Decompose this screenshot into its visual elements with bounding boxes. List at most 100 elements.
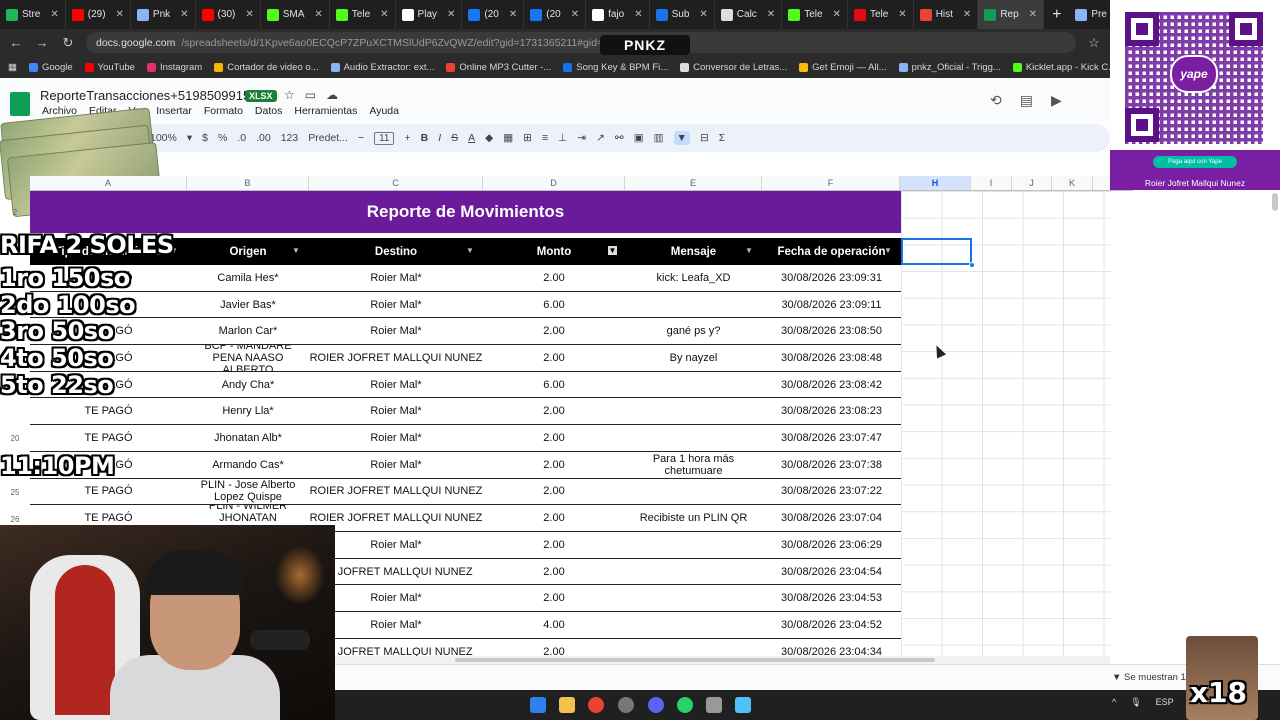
cell-mensaje[interactable] [625, 479, 762, 505]
cell-destino[interactable]: ROIER JOFRET MALLQUI NUNEZ [309, 505, 483, 531]
menu-item[interactable]: Insertar [156, 105, 192, 117]
menu-item[interactable]: Datos [255, 105, 282, 117]
filter-toggle-icon[interactable]: ▼ [292, 246, 301, 255]
cell-destino[interactable]: Roier Mal* [309, 452, 483, 478]
tab-close-icon[interactable]: ✕ [898, 9, 906, 20]
functions-button[interactable]: Σ [719, 132, 726, 144]
cell-destino[interactable]: Roier Mal* [309, 612, 483, 638]
sheets-logo-icon[interactable] [10, 92, 30, 116]
cell-origen[interactable]: Marlon Car* [187, 318, 309, 344]
cell-fecha[interactable]: 30/08/2026 23:08:50 [762, 318, 901, 344]
italic-button[interactable]: I [438, 132, 441, 144]
increase-decimal-button[interactable]: .00 [256, 132, 271, 144]
browser-tab[interactable]: (29) ✕ [66, 0, 131, 29]
cell-monto[interactable]: 2.00 [483, 318, 625, 344]
tray-chevron-icon[interactable]: ^ [1112, 697, 1116, 708]
row-number[interactable]: 20 [0, 434, 30, 443]
cell-monto[interactable]: 2.00 [483, 505, 625, 531]
cell-destino[interactable]: ER JOFRET MALLQUI NUNEZ [309, 559, 483, 585]
column-header-cell[interactable]: Mensaje ▼ [625, 238, 762, 265]
row-number[interactable]: 25 [0, 488, 30, 497]
table-row[interactable]: TE PAGÓ Henry Lla* Roier Mal* 2.00 30/08/202… [30, 398, 901, 426]
url-field[interactable]: docs.google.com/spreadsheets/d/1Kpve6ao0… [86, 32, 1076, 53]
forward-icon[interactable]: → [34, 35, 50, 50]
bookmark-item[interactable]: Song Key & BPM Fi... [563, 62, 668, 73]
cell-mensaje[interactable] [625, 399, 762, 425]
column-header-cell[interactable]: Monto ▼ [483, 238, 625, 265]
cell-destino[interactable]: Roier Mal* [309, 399, 483, 425]
browser-tab[interactable]: fajo ✕ [586, 0, 650, 29]
meet-icon[interactable]: ▶ [1051, 92, 1062, 109]
tab-close-icon[interactable]: ✕ [634, 9, 642, 20]
bookmark-item[interactable]: Get Emoji — All... [799, 62, 887, 73]
font-size-input[interactable]: 11 [374, 131, 395, 145]
bookmark-item[interactable]: Instagram [146, 62, 202, 73]
cell-destino[interactable]: Roier Mal* [309, 318, 483, 344]
chrome-icon[interactable] [588, 697, 604, 713]
cell-origen[interactable]: Andy Cha* [187, 372, 309, 398]
browser-tab[interactable]: Calc ✕ [715, 0, 783, 29]
filter-toggle-icon[interactable]: ▼ [884, 246, 893, 255]
cell-fecha[interactable]: 30/08/2026 23:08:42 [762, 372, 901, 398]
cell-mensaje[interactable]: kick: Leafa_XD [625, 265, 762, 291]
column-header[interactable]: H [900, 176, 971, 190]
browser-tab[interactable]: Rep ✕ [978, 0, 1045, 29]
cell-origen[interactable]: Camila Hes* [187, 265, 309, 291]
cell-mensaje[interactable] [625, 585, 762, 611]
cell-fecha[interactable]: 30/08/2026 23:06:29 [762, 532, 901, 558]
tab-close-icon[interactable]: ✕ [509, 9, 517, 20]
menu-item[interactable]: Formato [204, 105, 243, 117]
text-color-button[interactable]: A [468, 132, 475, 144]
column-header[interactable]: I [971, 176, 1012, 190]
star-icon[interactable]: ☆ [284, 88, 295, 102]
filter-icon[interactable]: ▼ [673, 131, 690, 145]
column-header-cell[interactable]: Destino ▼ [309, 238, 483, 265]
cell-monto[interactable]: 2.00 [483, 479, 625, 505]
cell-fecha[interactable]: 30/08/2026 23:07:47 [762, 425, 901, 451]
report-title[interactable]: Reporte de Movimientos [30, 191, 901, 233]
filter-views-icon[interactable]: ⊟ [700, 132, 709, 144]
bookmark-item[interactable]: Cortador de video o... [214, 62, 319, 73]
obs-icon[interactable] [618, 697, 634, 713]
tab-close-icon[interactable]: ✕ [380, 9, 388, 20]
cell-mensaje[interactable]: Para 1 hora más chetumuare [625, 452, 762, 478]
row-number[interactable]: 26 [0, 515, 30, 524]
chevron-down-icon[interactable]: ▾ [187, 132, 192, 144]
cell-monto[interactable]: 6.00 [483, 292, 625, 318]
cell-mensaje[interactable]: By nayzel [625, 345, 762, 371]
menu-item[interactable]: Herramientas [294, 105, 357, 117]
cell-fecha[interactable]: 30/08/2026 23:04:52 [762, 612, 901, 638]
cell-fecha[interactable]: 30/08/2026 23:09:31 [762, 265, 901, 291]
cell-fecha[interactable]: 30/08/2026 23:09:11 [762, 292, 901, 318]
start-menu-icon[interactable] [530, 697, 546, 713]
cell-fecha[interactable]: 30/08/2026 23:07:22 [762, 479, 901, 505]
tab-close-icon[interactable]: ✕ [50, 9, 58, 20]
currency-format-button[interactable]: $ [202, 132, 208, 144]
cell-monto[interactable]: 2.00 [483, 532, 625, 558]
browser-tab[interactable]: Play ✕ [396, 0, 463, 29]
cell-destino[interactable]: Roier Mal* [309, 292, 483, 318]
tab-close-icon[interactable]: ✕ [963, 9, 971, 20]
percent-format-button[interactable]: % [218, 132, 227, 144]
link-icon[interactable]: ⚯ [615, 132, 624, 144]
vertical-scrollbar[interactable] [1272, 193, 1278, 211]
bookmark-star-icon[interactable]: ☆ [1086, 35, 1102, 51]
cell-origen[interactable]: Henry Lla* [187, 399, 309, 425]
browser-tab[interactable]: Tele ✕ [782, 0, 848, 29]
cell-mensaje[interactable] [625, 292, 762, 318]
cell-origen[interactable]: Javier Bas* [187, 292, 309, 318]
browser-tab[interactable]: Sub ✕ [650, 0, 715, 29]
font-size-decrease-button[interactable]: − [358, 132, 364, 144]
new-tab-button[interactable]: + [1044, 6, 1069, 24]
browser-tab[interactable]: (20 ✕ [462, 0, 525, 29]
table-row[interactable]: TE PAGÓ PLIN - Jose Alberto Lopez Quispe R… [30, 478, 901, 506]
move-folder-icon[interactable]: ▭ [305, 88, 316, 102]
column-header[interactable]: C [309, 176, 483, 190]
cell-destino[interactable]: Roier Mal* [309, 265, 483, 291]
cell-mensaje[interactable] [625, 425, 762, 451]
comment-icon[interactable]: ▣ [634, 132, 644, 144]
cell-destino[interactable]: ROIER JOFRET MALLQUI NUNEZ [309, 479, 483, 505]
cell-destino[interactable]: Roier Mal* [309, 372, 483, 398]
cell-tipo[interactable]: TE PAGÓ [30, 399, 187, 425]
vertical-align-icon[interactable]: ⊥ [558, 132, 567, 144]
